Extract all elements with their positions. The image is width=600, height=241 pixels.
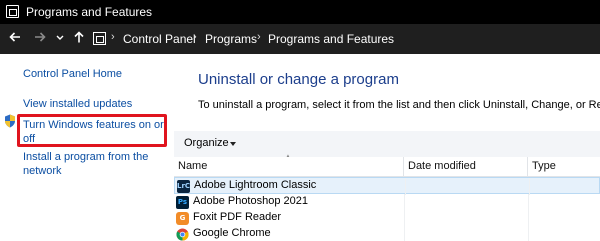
- organize-caret-icon[interactable]: [230, 142, 236, 146]
- column-divider: [404, 226, 405, 241]
- control-panel-icon: [6, 5, 19, 18]
- toolbar: Organize: [174, 131, 600, 157]
- program-row-chrome[interactable]: Google Chrome: [174, 226, 600, 241]
- chrome-icon: [176, 228, 189, 241]
- view-installed-updates-link[interactable]: View installed updates: [23, 97, 132, 111]
- turn-windows-features-link[interactable]: Turn Windows features on or off: [23, 118, 164, 146]
- page-title: Uninstall or change a program: [198, 71, 399, 88]
- program-name: Foxit PDF Reader: [193, 211, 282, 223]
- column-divider: [404, 194, 405, 211]
- column-divider: [529, 178, 530, 195]
- column-divider: [528, 194, 529, 211]
- control-panel-home-link[interactable]: Control Panel Home: [23, 67, 122, 81]
- back-arrow-icon[interactable]: [6, 30, 24, 48]
- program-name: Google Chrome: [193, 227, 271, 239]
- uac-shield-icon: [5, 114, 15, 128]
- breadcrumb-programs-and-features[interactable]: Programs and Features: [268, 32, 394, 46]
- column-header-type[interactable]: Type: [528, 157, 600, 177]
- install-from-network-line2: network: [23, 165, 62, 177]
- organize-button[interactable]: Organize: [184, 137, 229, 149]
- page-description: To uninstall a program, select it from t…: [198, 99, 600, 111]
- program-row-foxit[interactable]: G Foxit PDF Reader: [174, 210, 600, 227]
- recent-locations-chevron-down-icon[interactable]: [54, 30, 66, 48]
- breadcrumb-separator-icon[interactable]: ›: [111, 31, 115, 43]
- column-header-date-modified[interactable]: Date modified: [404, 157, 528, 177]
- program-name: Adobe Photoshop 2021: [193, 195, 308, 207]
- up-arrow-icon[interactable]: [70, 30, 88, 48]
- control-panel-address-icon: [93, 32, 106, 45]
- address-bar: › Control Panel › Programs › Programs an…: [0, 24, 600, 54]
- forward-arrow-icon[interactable]: [31, 30, 49, 48]
- column-divider: [404, 210, 405, 227]
- turn-windows-features-line1: Turn Windows features on or: [23, 119, 164, 131]
- column-header-name[interactable]: Name: [174, 157, 404, 177]
- breadcrumb-programs[interactable]: Programs: [205, 32, 257, 46]
- column-divider: [528, 226, 529, 241]
- column-divider: [528, 210, 529, 227]
- program-name: Adobe Lightroom Classic: [194, 179, 317, 191]
- program-row-photoshop[interactable]: Ps Adobe Photoshop 2021: [174, 194, 600, 211]
- breadcrumb-control-panel[interactable]: Control Panel: [123, 32, 196, 46]
- foxit-icon: G: [176, 212, 189, 225]
- window-title: Programs and Features: [26, 5, 153, 19]
- breadcrumb-separator-icon[interactable]: ›: [193, 31, 197, 43]
- photoshop-icon: Ps: [176, 196, 189, 209]
- install-from-network-link[interactable]: Install a program from the network: [23, 150, 148, 178]
- install-from-network-line1: Install a program from the: [23, 151, 149, 163]
- program-row-lightroom[interactable]: LrC Adobe Lightroom Classic: [174, 177, 600, 195]
- lightroom-icon: LrC: [177, 180, 190, 193]
- title-bar: Programs and Features: [0, 0, 600, 24]
- breadcrumb-separator-icon[interactable]: ›: [257, 31, 261, 43]
- column-divider: [405, 178, 406, 195]
- turn-windows-features-line2: off: [23, 133, 36, 145]
